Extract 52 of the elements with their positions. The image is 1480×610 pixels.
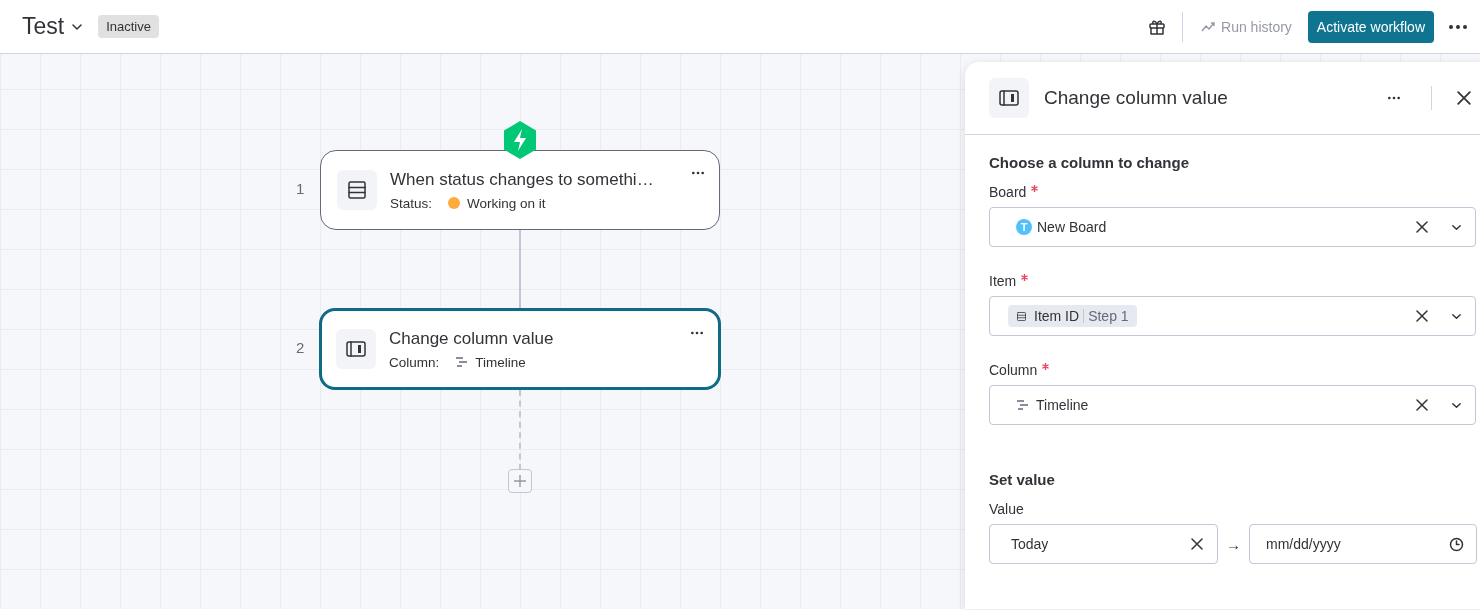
detail-value: Working on it <box>467 195 546 211</box>
section-heading: Set value <box>989 471 1056 488</box>
date-field[interactable]: Today <box>989 524 1218 564</box>
more-options-icon[interactable] <box>1386 96 1402 100</box>
field-label: Item <box>989 273 1017 289</box>
dropdown-field[interactable]: Timeline <box>989 385 1476 425</box>
field-value: New Board <box>1037 219 1107 235</box>
field-placeholder: mm/dd/yyyy <box>1266 536 1342 552</box>
step-number: 2 <box>296 339 305 356</box>
plus-icon <box>513 474 527 488</box>
panel-title: Change column value <box>1044 87 1229 109</box>
timeline-icon <box>455 356 469 368</box>
trend-line-icon <box>1201 20 1216 33</box>
step-title: Change column value <box>389 328 555 349</box>
more-options-icon[interactable] <box>690 331 704 335</box>
table-icon <box>1016 310 1027 322</box>
chip-label: Item ID <box>1034 308 1080 324</box>
detail-label: Status: <box>390 195 433 211</box>
date-field[interactable]: mm/dd/yyyy <box>1249 524 1477 564</box>
clear-icon[interactable] <box>1416 310 1428 322</box>
field-value: Timeline <box>1036 397 1089 413</box>
section-heading: Choose a column to change <box>989 154 1191 171</box>
arrow-text: → <box>1225 535 1242 553</box>
column-icon <box>345 338 367 360</box>
workflow-step-card[interactable]: Change column value Column: Timeline <box>319 308 721 390</box>
timeline-icon <box>1016 399 1029 411</box>
workflow-title: Test <box>22 13 65 40</box>
more-options-icon[interactable] <box>691 171 705 175</box>
field-label: Board <box>989 184 1027 200</box>
status-badge: Inactive <box>98 15 159 38</box>
clear-icon[interactable] <box>1191 538 1203 550</box>
dropdown-field[interactable]: T New Board <box>989 207 1476 247</box>
clear-icon[interactable] <box>1416 399 1428 411</box>
workflow-step-card[interactable]: When status changes to somethi… Status: Working on it <box>320 150 720 230</box>
more-options-icon[interactable] <box>1448 23 1468 30</box>
field-label: Value <box>989 501 1024 517</box>
detail-label: Column: <box>389 354 440 370</box>
close-icon[interactable] <box>1457 91 1471 105</box>
clear-icon[interactable] <box>1416 221 1428 233</box>
field-value: Today <box>1011 536 1050 552</box>
field-label: Column <box>989 362 1038 378</box>
step-number: 1 <box>296 180 305 197</box>
clock-icon[interactable] <box>1449 536 1464 552</box>
column-icon <box>998 87 1020 109</box>
step-title: When status changes to somethi… <box>390 169 655 190</box>
detail-value: Timeline <box>475 354 526 370</box>
table-icon <box>346 179 368 201</box>
activate-workflow-button[interactable]: Activate workflow <box>1307 10 1434 43</box>
lightning-hexagon-icon <box>502 120 538 160</box>
dropdown-field[interactable]: Item ID Step 1 <box>989 296 1476 336</box>
chip-source: Step 1 <box>1088 308 1129 324</box>
board-avatar: T <box>1016 219 1032 235</box>
